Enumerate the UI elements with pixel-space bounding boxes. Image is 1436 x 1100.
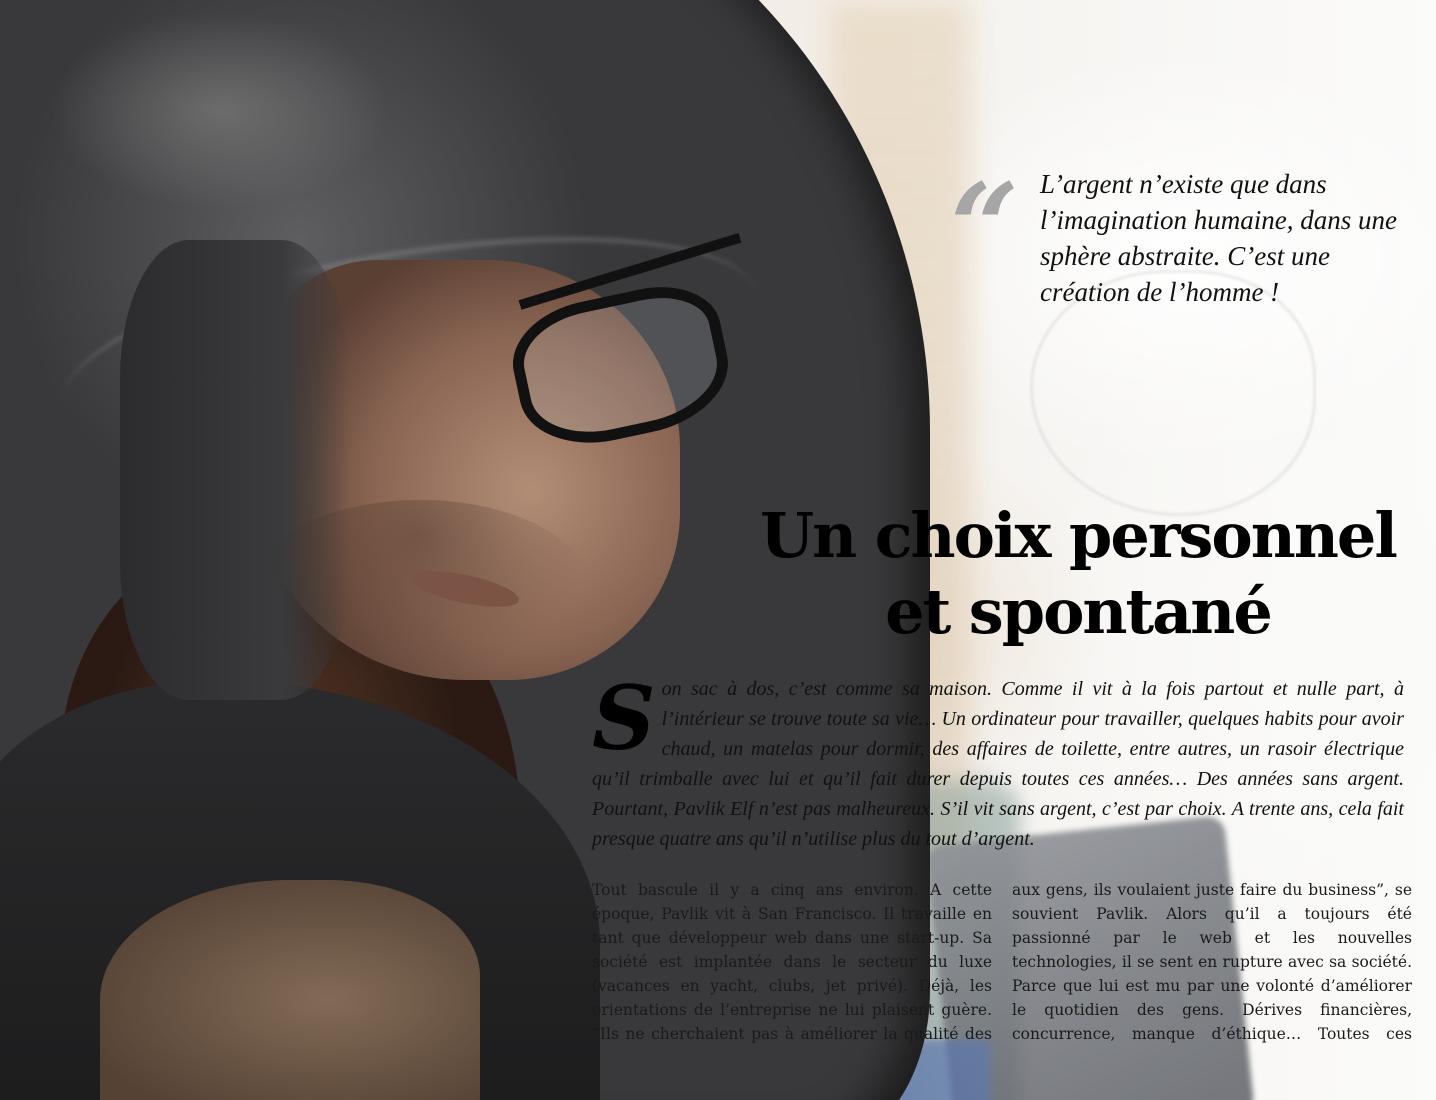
lede-paragraph: Son sac à dos, c’est comme sa maison. Co… [592,674,1404,854]
shoulder-bag [100,880,480,1100]
body-column-1: Tout bascule il y a cinq ans environ. A … [592,881,992,1043]
headline-line-2: et spontané [885,575,1273,648]
lede-text: on sac à dos, c’est comme sa maison. Com… [592,678,1404,850]
body-column-2: aux gens, ils voulaient juste faire du b… [1012,881,1412,1043]
headline: Un choix personnel et spontané [720,498,1436,650]
headline-line-1: Un choix personnel [760,499,1398,572]
drop-cap: S [592,666,656,770]
quote-mark-icon: “ [950,157,1020,298]
magazine-page: “ L’argent n’existe que dans l’imaginati… [0,0,1436,1100]
pull-quote: L’argent n’existe que dans l’imagination… [1040,169,1397,307]
beard [250,500,590,680]
